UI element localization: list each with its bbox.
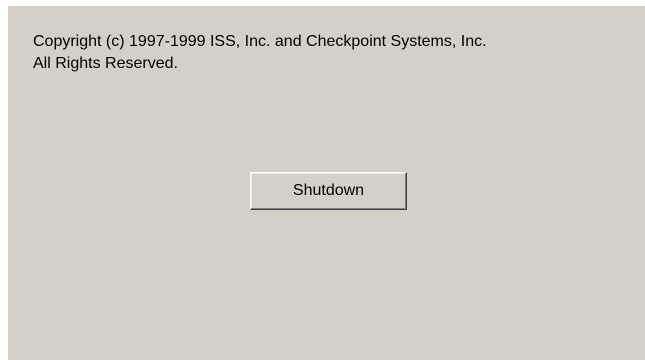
rights-reserved-line: All Rights Reserved. [33, 55, 178, 72]
copyright-line: Copyright (c) 1997-1999 ISS, Inc. and Ch… [33, 33, 487, 50]
shutdown-button[interactable]: Shutdown [250, 172, 407, 210]
copyright-notice: Copyright (c) 1997-1999 ISS, Inc. and Ch… [33, 31, 487, 75]
main-panel: Copyright (c) 1997-1999 ISS, Inc. and Ch… [8, 6, 645, 360]
